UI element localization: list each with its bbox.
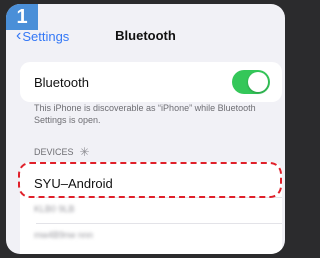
step-number-badge: 1 bbox=[6, 4, 38, 30]
devices-section-header: DEVICES ✳ bbox=[34, 146, 90, 158]
bluetooth-toggle[interactable] bbox=[232, 70, 270, 94]
bluetooth-settings-screen: ‹ Settings Bluetooth Bluetooth This iPho… bbox=[6, 4, 285, 254]
devices-header-label: DEVICES bbox=[34, 147, 74, 157]
page-title: Bluetooth bbox=[115, 28, 176, 43]
device-name-blurred: KLB0 9LB bbox=[34, 204, 75, 214]
toggle-knob bbox=[248, 72, 268, 92]
device-name-blurred: mw4B9nw nnn bbox=[34, 230, 94, 240]
highlight-dashed-box bbox=[18, 162, 282, 198]
bluetooth-label: Bluetooth bbox=[34, 75, 89, 90]
navigation-bar: ‹ Settings Bluetooth bbox=[6, 4, 285, 60]
device-row[interactable]: mw4B9nw nnn bbox=[20, 220, 282, 250]
discoverable-note: This iPhone is discoverable as “iPhone” … bbox=[34, 103, 256, 125]
bluetooth-toggle-row: Bluetooth bbox=[20, 62, 282, 102]
loading-spinner-icon: ✳ bbox=[79, 145, 90, 159]
